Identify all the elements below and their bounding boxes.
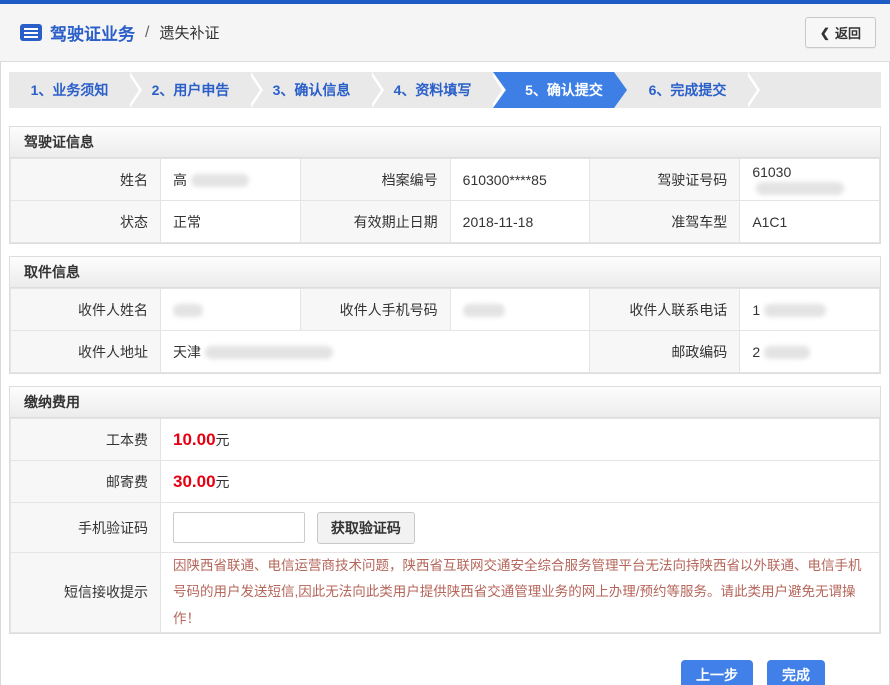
table-row: 短信接收提示 因陕西省联通、电信运营商技术问题，陕西省互联网交通安全综合服务管理… [11,553,880,633]
expiry-date-label: 有效期止日期 [300,201,450,243]
fee-unit: 元 [216,432,230,448]
step-6-finish-submit[interactable]: 6、完成提交 [627,72,748,108]
step-label: 3、确认信息 [273,80,351,100]
mail-fee-label: 邮寄费 [11,461,161,503]
pickup-section-title: 取件信息 [10,257,880,288]
fees-section-title: 缴纳费用 [10,387,880,418]
table-row: 手机验证码 获取验证码 [11,503,880,553]
vehicle-class-label: 准驾车型 [590,201,740,243]
work-fee-label: 工本费 [11,419,161,461]
sms-notice-label: 短信接收提示 [11,553,161,633]
file-number-label: 档案编号 [300,159,450,201]
redaction-blur [764,346,810,359]
status-label: 状态 [11,201,161,243]
previous-step-button[interactable]: 上一步 [681,660,753,685]
get-code-button[interactable]: 获取验证码 [317,512,415,544]
back-button-label: 返回 [835,23,861,42]
recipient-phone-label: 收件人联系电话 [590,289,740,331]
step-1-business-notice[interactable]: 1、业务须知 [9,72,130,108]
step-label: 1、业务须知 [31,80,109,100]
fees-section: 缴纳费用 工本费 10.00元 邮寄费 30.00元 手机验证码 获取验证码 [9,386,881,634]
step-label: 6、完成提交 [649,80,727,100]
postcode-value: 2 [740,331,880,373]
redaction-blur [756,182,844,195]
name-value: 高 [161,159,301,201]
sms-code-cell: 获取验证码 [161,503,880,553]
vehicle-class-value: A1C1 [740,201,880,243]
sms-notice-cell: 因陕西省联通、电信运营商技术问题，陕西省互联网交通安全综合服务管理平台无法向持陕… [161,553,880,633]
recipient-name-value [161,289,301,331]
recipient-mobile-label: 收件人手机号码 [300,289,450,331]
chevron-left-icon: ❮ [820,27,830,39]
sms-code-label: 手机验证码 [11,503,161,553]
footer-actions: 上一步 完成 [9,646,881,685]
fee-unit: 元 [216,474,230,490]
page-title: 驾驶证业务 [50,20,135,45]
table-row: 状态 正常 有效期止日期 2018-11-18 准驾车型 A1C1 [11,201,880,243]
table-row: 工本费 10.00元 [11,419,880,461]
recipient-mobile-value [450,289,590,331]
postcode-label: 邮政编码 [590,331,740,373]
page-subtitle: 遗失补证 [159,22,219,43]
license-number-value: 61030 [740,159,880,201]
table-row: 姓名 高 档案编号 610300****85 驾驶证号码 61030 [11,159,880,201]
sms-notice-text: 因陕西省联通、电信运营商技术问题，陕西省互联网交通安全综合服务管理平台无法向持陕… [173,553,867,632]
redaction-blur [191,174,249,187]
step-5-confirm-submit[interactable]: 5、确认提交 [493,72,627,108]
recipient-address-label: 收件人地址 [11,331,161,373]
name-label: 姓名 [11,159,161,201]
step-3-confirm-info[interactable]: 3、确认信息 [251,72,372,108]
back-button[interactable]: ❮ 返回 [805,17,876,48]
step-label: 2、用户申告 [152,80,230,100]
breadcrumb: 驾驶证业务 / 遗失补证 [20,20,219,45]
expiry-date-value: 2018-11-18 [450,201,590,243]
table-row: 收件人姓名 收件人手机号码 收件人联系电话 1 [11,289,880,331]
redaction-blur [205,346,333,359]
license-number-label: 驾驶证号码 [590,159,740,201]
step-bar-filler [748,72,881,108]
finish-button[interactable]: 完成 [767,660,825,685]
redaction-blur [764,304,826,317]
recipient-phone-value: 1 [740,289,880,331]
table-row: 邮寄费 30.00元 [11,461,880,503]
breadcrumb-separator: / [145,24,149,42]
page-header: 驾驶证业务 / 遗失补证 ❮ 返回 [0,4,890,62]
recipient-name-label: 收件人姓名 [11,289,161,331]
step-2-user-declaration[interactable]: 2、用户申告 [130,72,251,108]
table-row: 收件人地址 天津 邮政编码 2 [11,331,880,373]
step-wizard: 1、业务须知 2、用户申告 3、确认信息 4、资料填写 5、确认提交 6、完成提… [9,72,881,108]
step-4-fill-data[interactable]: 4、资料填写 [372,72,493,108]
file-number-value: 610300****85 [450,159,590,201]
main-content: 1、业务须知 2、用户申告 3、确认信息 4、资料填写 5、确认提交 6、完成提… [0,62,890,685]
mail-fee-value: 30.00元 [161,461,880,503]
step-label: 4、资料填写 [394,80,472,100]
redaction-blur [173,304,203,317]
pickup-info-section: 取件信息 收件人姓名 收件人手机号码 收件人联系电话 1 收件人地址 天津 邮政… [9,256,881,374]
work-fee-amount: 10.00 [173,430,216,449]
list-icon [20,24,42,41]
redaction-blur [463,304,505,317]
work-fee-value: 10.00元 [161,419,880,461]
step-label: 5、确认提交 [525,80,603,100]
license-info-section: 驾驶证信息 姓名 高 档案编号 610300****85 驾驶证号码 61030… [9,126,881,244]
sms-code-input[interactable] [173,512,305,543]
recipient-address-value: 天津 [161,331,590,373]
mail-fee-amount: 30.00 [173,472,216,491]
license-section-title: 驾驶证信息 [10,127,880,158]
status-value: 正常 [161,201,301,243]
